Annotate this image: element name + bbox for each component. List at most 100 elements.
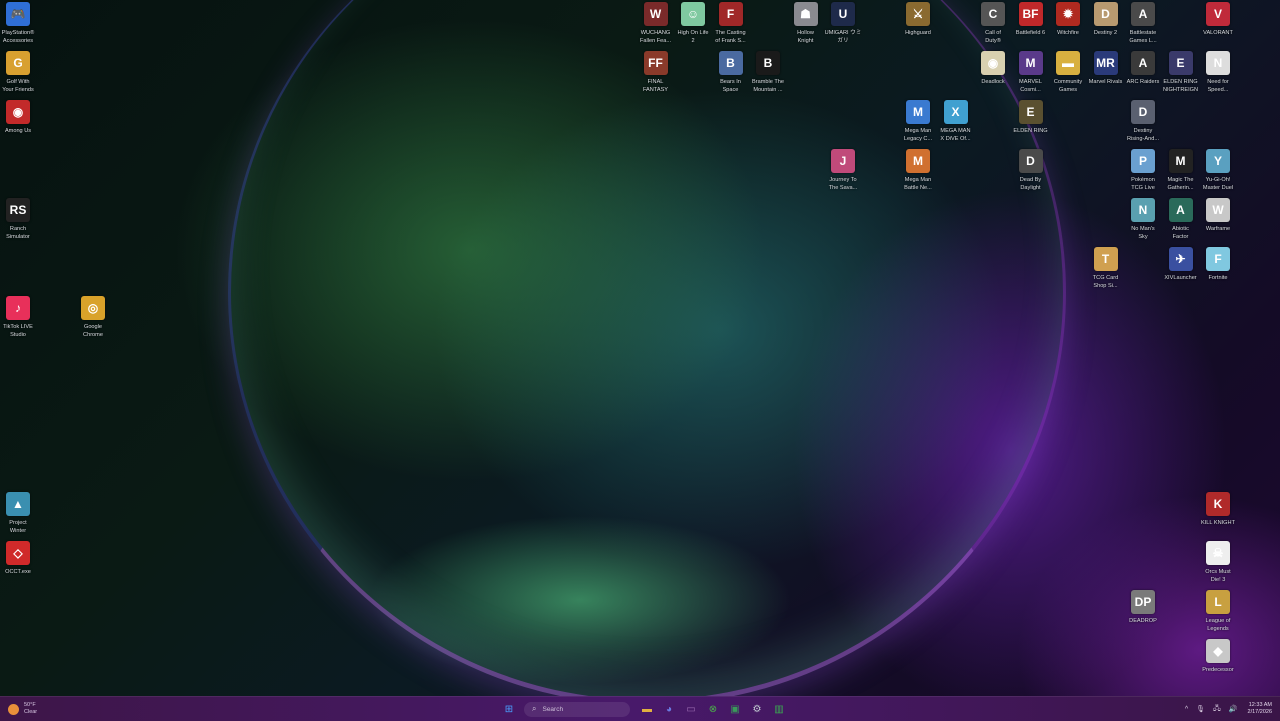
volume-icon[interactable]: 🔊 [1229,705,1238,713]
journey-to-the-sava-icon: J [831,149,855,173]
desktop-icon-marvel-rivals[interactable]: MR Marvel Rivals [1086,51,1126,97]
desktop-icon-mega-man-legacy-c[interactable]: M Mega Man Legacy C... [898,100,938,146]
desktop-icon-tiktok-live-studio[interactable]: ♪ TikTok LIVE Studio [0,296,38,342]
tray-chevron-icon[interactable]: ^ [1185,706,1188,713]
desktop-icon-kill-knight[interactable]: K KILL KNIGHT [1198,492,1238,538]
network-icon[interactable]: 🖧 [1213,704,1221,715]
desktop-icon-tcg-card-shop-si[interactable]: T TCG Card Shop Si... [1086,247,1126,293]
taskbar-app-icon[interactable]: ▥ [770,700,788,718]
desktop-icon-label: Community Games [1053,79,1083,94]
witchfire-icon: ✹ [1056,2,1080,26]
desktop-icon-label: Magic The Gatherin... [1167,177,1194,192]
search-box[interactable]: ⌕ Search [524,701,630,717]
taskbar-xbox-icon[interactable]: ⊗ [704,700,722,718]
desktop-icon-ranch-simulator[interactable]: RS Ranch Simulator [0,198,38,244]
desktop-icon-magic-the-gatherin[interactable]: M Magic The Gatherin... [1161,149,1201,195]
desktop-icon-fortnite[interactable]: F Fortnite [1198,247,1238,293]
destiny-rising-and-icon: D [1131,100,1155,124]
clock-date: 2/17/2026 [1247,709,1272,715]
taskbar-discord-icon[interactable]: ◕ [660,700,678,718]
battlefield-6-icon: BF [1018,2,1043,26]
desktop-icon-google-chrome[interactable]: ◎ Google Chrome [73,296,113,342]
desktop-icon-project-winter[interactable]: ▲ Project Winter [0,492,38,538]
desktop-icon-witchfire[interactable]: ✹ Witchfire [1048,2,1088,48]
search-placeholder: Search [542,705,564,713]
desktop-icon-label: Among Us [4,128,32,134]
desktop-icon-abiotic-factor[interactable]: A Abiotic Factor [1161,198,1201,244]
desktop-icon-occt-exe[interactable]: ◇ OCCT.exe [0,541,38,587]
desktop-icon-marvel-cosmi[interactable]: M MARVEL Cosmi... [1011,51,1051,97]
desktop-icon-destiny-2[interactable]: D Destiny 2 [1086,2,1126,48]
desktop-icon-golf-with-your-friends[interactable]: G Golf With Your Friends [0,51,38,97]
desktop-icon-final-fantasy[interactable]: FF FINAL FANTASY [636,51,676,97]
desktop-icon-label: ELDEN RING NIGHTREIGN [1162,79,1199,94]
desktop-icon-no-man-s-sky[interactable]: N No Man's Sky [1123,198,1163,244]
desktop-icon-wuchang-fallen-fea[interactable]: W WUCHANG Fallen Fea... [636,2,676,48]
taskbar-file-explorer-icon[interactable]: ▬ [638,700,656,718]
taskbar-app-icon[interactable]: ▭ [682,700,700,718]
desktop-icon-pok-mon-tcg-live[interactable]: P Pokémon TCG Live [1123,149,1163,195]
desktop-icon-battlefield-6[interactable]: BF Battlefield 6 [1011,2,1051,48]
desktop-icon-bramble-the-mountain[interactable]: B Bramble The Mountain ... [748,51,788,97]
desktop-icon-label: Destiny 2 [1093,30,1118,36]
desktop-icon-dead-by-daylight[interactable]: D Dead By Daylight [1011,149,1051,195]
desktop-icon-predecessor[interactable]: ◆ Predecessor [1198,639,1238,685]
taskbar-steam-icon[interactable]: ⚙ [748,700,766,718]
desktop-icon-label: FINAL FANTASY [642,79,669,94]
desktop-icon-mega-man-x-dive-of[interactable]: X MEGA MAN X DiVE Of... [936,100,976,146]
desktop-icon-yu-gi-oh-master-duel[interactable]: Y Yu-Gi-Oh! Master Duel [1198,149,1238,195]
desktop-icon-high-on-life-2[interactable]: ☺ High On Life 2 [673,2,713,48]
clock[interactable]: 12:33 AM 2/17/2026 [1248,702,1272,716]
desktop-icon-xivlauncher[interactable]: ✈ XIVLauncher [1161,247,1201,293]
desktop-icon-need-for-speed[interactable]: N Need for Speed... [1198,51,1238,97]
desktop-icon-label: OCCT.exe [5,569,31,575]
destiny-2-icon: D [1093,2,1118,26]
desktop-icon-highguard[interactable]: ⚔ Highguard [898,2,938,48]
desktop-icon-the-casting-of-frank-s[interactable]: F The Casting of Frank S... [711,2,751,48]
kill-knight-icon: K [1206,492,1230,516]
wuchang-fallen-fea-icon: W [643,2,668,26]
desktop-icon-label: Project Winter [9,520,27,535]
desktop-icon-battlestate-games-l[interactable]: A Battlestate Games L... [1123,2,1163,48]
golf-with-your-friends-icon: G [6,51,30,75]
desktop-icon-hollow-knight[interactable]: ☗ Hollow Knight [786,2,826,48]
start-button[interactable]: ⊞ [500,700,518,718]
final-fantasy-icon: FF [643,51,668,75]
desktop-icon-label: KILL KNIGHT [1201,520,1235,526]
desktop-icon-elden-ring[interactable]: E ELDEN RING [1011,100,1051,146]
desktop-icon-valorant[interactable]: V VALORANT [1198,2,1238,48]
desktop-icon-journey-to-the-sava[interactable]: J Journey To The Sava... [823,149,863,195]
desktop-icon-label: TikTok LIVE Studio [3,324,33,339]
magic-the-gatherin-icon: M [1168,149,1193,173]
desktop-icon-label: The Casting of Frank S... [715,30,746,45]
desktop-icon-arc-raiders[interactable]: A ARC Raiders [1123,51,1163,97]
desktop-icon-mega-man-battle-ne[interactable]: M Mega Man Battle Ne... [898,149,938,195]
desktop-icon-deadrop[interactable]: DP DEADROP [1123,590,1163,636]
taskbar-app-icon[interactable]: ▣ [726,700,744,718]
desktop-icon-deadlock[interactable]: ◉ Deadlock [973,51,1013,97]
desktop-icon-call-of-duty[interactable]: C Call of Duty® [973,2,1013,48]
ranch-simulator-icon: RS [6,198,30,222]
microphone-icon[interactable]: 🎙 [1196,705,1205,713]
desktop-icon-label: Journey To The Sava... [828,177,858,192]
desktop-icon-label: Orcs Must Die! 3 [1205,569,1231,584]
desktop-icon-label: MARVEL Cosmi... [1019,79,1042,94]
desktop-icon-elden-ring-nightreign[interactable]: E ELDEN RING NIGHTREIGN [1161,51,1201,97]
desktop-icon-label: MEGA MAN X DiVE Of... [940,128,971,143]
desktop-icon-orcs-must-die-3[interactable]: ☠ Orcs Must Die! 3 [1198,541,1238,587]
playstation-accessories-icon: 🎮 [6,2,30,26]
desktop-icon-community-games[interactable]: ▬ Community Games [1048,51,1088,97]
marvel-rivals-icon: MR [1093,51,1118,75]
league-of-legends-icon: L [1206,590,1230,614]
desktop-icon-warframe[interactable]: W Warframe [1198,198,1238,244]
desktop-icon-league-of-legends[interactable]: L League of Legends [1198,590,1238,636]
weather-widget[interactable]: 50°F Clear [8,700,37,718]
desktop-icon-umigari[interactable]: U UMIGARI ウミ ガリ [823,2,863,48]
desktop-icon-among-us[interactable]: ◉ Among Us [0,100,38,146]
marvel-cosmi-icon: M [1018,51,1043,75]
call-of-duty-icon: C [981,2,1005,26]
dead-by-daylight-icon: D [1018,149,1043,173]
desktop-icon-bears-in-space[interactable]: B Bears In Space [711,51,751,97]
desktop-icon-destiny-rising-and[interactable]: D Destiny Rising-And... [1123,100,1163,146]
desktop-icon-playstation-accessories[interactable]: 🎮 PlayStation® Accessories [0,2,38,48]
